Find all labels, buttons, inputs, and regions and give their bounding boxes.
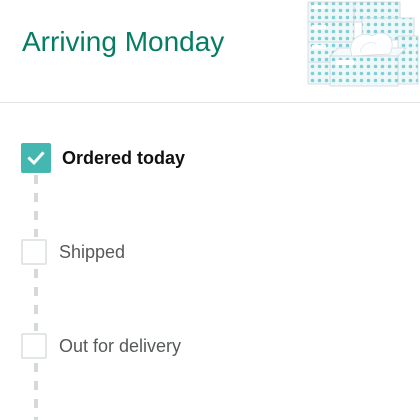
timeline-connector xyxy=(34,363,38,420)
timeline-connector xyxy=(34,269,38,331)
arrival-header: Arriving Monday xyxy=(0,0,420,103)
step-checkbox xyxy=(21,333,47,359)
step-checkbox-checked xyxy=(21,143,51,173)
step-label: Ordered today xyxy=(62,148,186,168)
step-checkbox xyxy=(21,239,47,265)
tracking-step-shipped: Shipped xyxy=(21,237,125,267)
order-tracking-page: Arriving Monday Ordered today Shipped Ou… xyxy=(0,0,420,420)
check-icon xyxy=(27,151,45,166)
tracking-step-out-for-delivery: Out for delivery xyxy=(21,331,181,361)
product-image[interactable] xyxy=(302,0,420,92)
tracking-step-ordered: Ordered today xyxy=(21,143,185,173)
tracking-timeline: Ordered today Shipped Out for delivery xyxy=(0,103,420,420)
timeline-connector xyxy=(34,175,38,237)
arrival-title: Arriving Monday xyxy=(22,26,225,57)
step-label: Out for delivery xyxy=(59,336,182,356)
step-label: Shipped xyxy=(59,242,126,262)
